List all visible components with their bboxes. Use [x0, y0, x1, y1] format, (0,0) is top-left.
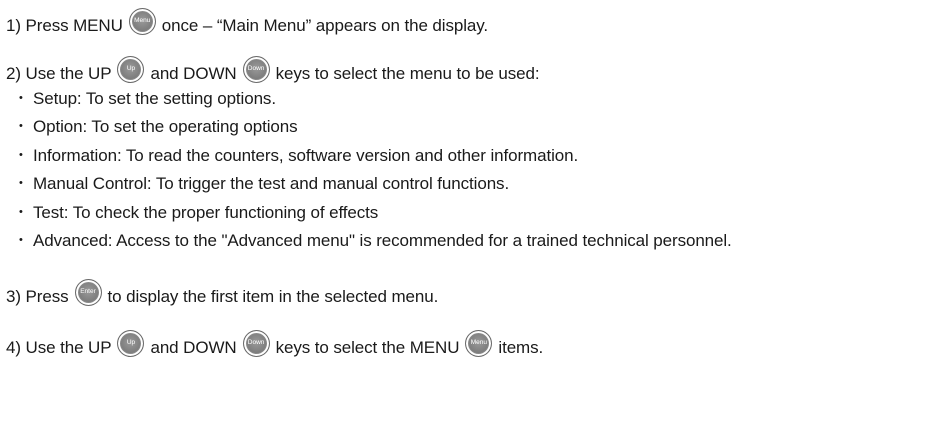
menu-option-advanced: • Advanced: Access to the "Advanced menu…	[19, 229, 732, 253]
instruction-page: 1) Press MENU Menu once – “Main Menu” ap…	[0, 0, 952, 435]
step-3: 3) Press Enter to display the first item…	[6, 278, 439, 312]
menu-option-text: Information: To read the counters, softw…	[33, 146, 579, 165]
step-1: 1) Press MENU Menu once – “Main Menu” ap…	[6, 7, 489, 41]
menu-option-test: • Test: To check the proper functioning …	[19, 201, 378, 225]
step-2: 2) Use the UP Up and DOWN Down keys to s…	[6, 55, 540, 89]
menu-option-information: • Information: To read the counters, sof…	[19, 144, 578, 168]
bullet-icon: •	[19, 177, 23, 189]
step-4-prefix: 4) Use the UP	[6, 338, 112, 357]
step-3-prefix: 3) Press	[6, 287, 69, 306]
menu-option-text: Manual Control: To trigger the test and …	[33, 174, 510, 193]
menu-option-text: Test: To check the proper functioning of…	[33, 203, 379, 222]
up-key-label: Up	[126, 64, 136, 72]
down-key-icon: Down	[242, 55, 270, 83]
bullet-icon: •	[19, 120, 23, 132]
menu-key-label: Menu	[134, 16, 151, 24]
bullet-icon: •	[19, 149, 23, 161]
step-2-prefix: 2) Use the UP	[6, 64, 112, 83]
step-1-suffix: once – “Main Menu” appears on the displa…	[161, 16, 489, 35]
menu-option-text: Setup: To set the setting options.	[33, 89, 276, 108]
down-key-label: Down	[247, 64, 265, 72]
step-4-middle: and DOWN	[150, 338, 237, 357]
step-2-middle: and DOWN	[150, 64, 237, 83]
down-key-icon: Down	[242, 329, 270, 357]
bullet-icon: •	[19, 92, 23, 104]
step-4: 4) Use the UP Up and DOWN Down keys to s…	[6, 329, 544, 363]
menu-option-manual-control: • Manual Control: To trigger the test an…	[19, 172, 509, 196]
up-key-icon: Up	[117, 55, 145, 83]
step-3-suffix: to display the first item in the selecte…	[107, 287, 439, 306]
bullet-icon: •	[19, 206, 23, 218]
down-key-label: Down	[247, 338, 265, 346]
step-4-mid2: keys to select the MENU	[275, 338, 460, 357]
up-key-label: Up	[126, 338, 136, 346]
step-2-suffix: keys to select the menu to be used:	[275, 64, 540, 83]
up-key-icon: Up	[117, 329, 145, 357]
enter-key-icon: Enter	[74, 278, 102, 306]
menu-key-icon: Menu	[465, 329, 493, 357]
menu-option-text: Option: To set the operating options	[33, 117, 298, 136]
step-1-prefix: 1) Press MENU	[6, 16, 123, 35]
menu-key-label: Menu	[470, 338, 488, 346]
menu-option-option: • Option: To set the operating options	[19, 115, 298, 139]
step-4-suffix: items.	[498, 338, 544, 357]
menu-option-setup: • Setup: To set the setting options.	[19, 87, 276, 111]
enter-key-label: Enter	[80, 287, 96, 295]
menu-key-icon: Menu	[128, 7, 156, 35]
bullet-icon: •	[19, 234, 23, 246]
menu-option-text: Advanced: Access to the "Advanced menu" …	[33, 231, 732, 250]
